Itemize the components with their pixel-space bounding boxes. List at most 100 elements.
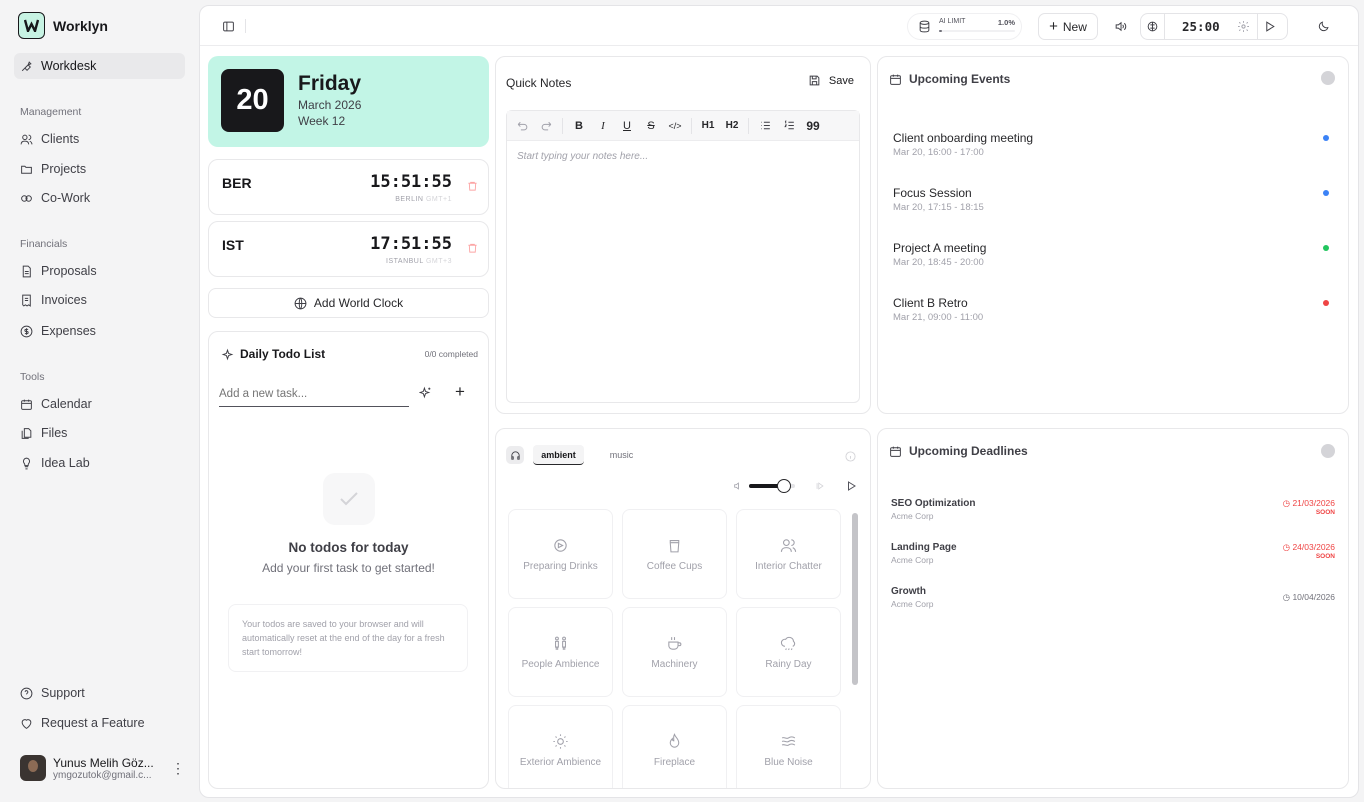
todo-input[interactable] [219,382,409,407]
deadline-item[interactable]: Landing Page Acme Corp ◷ 24/03/2026 SOON [891,542,1335,565]
sidebar-item-workdesk[interactable]: Workdesk [14,53,185,79]
add-world-clock-label: Add World Clock [313,296,404,310]
sound-blue-noise[interactable]: Blue Noise [736,705,841,788]
sidebar-item-projects[interactable]: Projects [14,156,185,182]
sidebar-item-support[interactable]: Support [14,680,185,706]
sidebar-item-cowork[interactable]: Co-Work [14,185,185,211]
sidebar-item-label: Co-Work [41,191,91,205]
quote-button[interactable]: 99 [801,115,825,137]
people-icon [780,538,797,552]
sounds-scrollbar[interactable] [852,513,858,685]
italic-button[interactable]: I [591,115,615,137]
info-icon[interactable] [845,449,856,467]
deadlines-more-button[interactable] [1321,444,1335,458]
calendar-icon [21,399,32,410]
events-more-button[interactable] [1321,71,1335,85]
sidebar-item-clients[interactable]: Clients [14,126,185,152]
new-button[interactable]: + New [1038,13,1098,40]
brain-icon [1147,21,1158,32]
sound-fireplace[interactable]: Fireplace [622,705,727,788]
sidebar-item-label: Idea Lab [41,456,90,470]
deadline-date-text: 24/03/2026 [1292,542,1335,552]
clock-time: 17:51:55 [370,234,452,254]
sound-label: Machinery [651,658,698,670]
strikethrough-button[interactable]: S [639,115,663,137]
todo-completed-count: 0/0 completed [424,349,478,359]
deadline-item[interactable]: SEO Optimization Acme Corp ◷ 21/03/2026 … [891,498,1335,521]
trash-icon[interactable] [467,180,478,192]
trash-icon[interactable] [467,242,478,254]
sound-interior-chatter[interactable]: Interior Chatter [736,509,841,599]
new-label: New [1062,19,1087,34]
waves-icon [781,735,796,746]
redo-icon[interactable] [534,115,558,137]
heading2-button[interactable]: H2 [720,115,744,137]
sidebar-item-idealab[interactable]: Idea Lab [14,450,185,476]
ambient-sounds-card: ambient music Preparing Drinks Coffee Cu… [495,428,871,789]
sidebar-item-calendar[interactable]: Calendar [14,391,185,417]
clock-icon: ◷ [1282,542,1291,552]
ordered-list-icon[interactable] [777,115,801,137]
timer-play-button[interactable] [1256,14,1281,39]
timer-settings-button[interactable] [1237,20,1250,33]
sidebar-item-request-feature[interactable]: Request a Feature [14,710,185,736]
tab-music[interactable]: music [596,445,647,465]
clock-city: BERLIN GMT+1 [395,196,452,203]
empty-check-icon [323,473,375,525]
sound-coffee-cups[interactable]: Coffee Cups [622,509,727,599]
toggle-sidebar-button[interactable] [216,13,240,40]
sparkles-icon [221,348,234,360]
sound-toggle-button[interactable] [1108,13,1132,40]
sidebar-item-invoices[interactable]: Invoices [14,287,185,313]
deadline-date: ◷ 21/03/2026 SOON [1283,498,1335,516]
heading1-button[interactable]: H1 [696,115,720,137]
focus-mode-button[interactable] [1141,14,1165,39]
undo-icon[interactable] [510,115,534,137]
ai-limit-indicator[interactable]: AI LIMIT 1.0% [907,13,1022,40]
event-time: Mar 20, 16:00 - 17:00 [893,147,984,158]
sound-preparing-drinks[interactable]: Preparing Drinks [508,509,613,599]
drink-icon [554,538,567,552]
event-time: Mar 20, 18:45 - 20:00 [893,257,984,268]
flame-icon [669,732,680,748]
sidebar-item-files[interactable]: Files [14,420,185,446]
tab-ambient[interactable]: ambient [533,445,584,465]
notes-textarea[interactable]: Start typing your notes here... [507,141,859,172]
code-button[interactable]: </> [663,115,687,137]
volume-slider[interactable] [749,479,795,493]
theme-toggle-button[interactable] [1311,13,1335,40]
sound-people-ambience[interactable]: People Ambience [508,607,613,697]
deadline-item[interactable]: Growth Acme Corp ◷ 10/04/2026 [891,586,1335,609]
world-clock-berlin: BER 15:51:55 BERLIN GMT+1 [208,159,489,215]
event-title: Project A meeting [893,241,987,255]
sound-rainy-day[interactable]: Rainy Day [736,607,841,697]
event-item[interactable]: Client B Retro Mar 21, 09:00 - 11:00 [893,296,983,323]
event-status-dot [1323,135,1329,141]
play-icon[interactable] [845,480,857,492]
event-item[interactable]: Focus Session Mar 20, 17:15 - 18:15 [893,186,984,213]
sound-machinery[interactable]: Machinery [622,607,727,697]
add-world-clock-button[interactable]: Add World Clock [208,288,489,318]
user-profile[interactable]: Yunus Melih Göz... ymgozutok@gmail.c... … [20,755,185,781]
bullet-list-icon[interactable] [753,115,777,137]
volume-thumb[interactable] [776,479,791,493]
user-name: Yunus Melih Göz... [53,755,154,770]
sidebar-item-expenses[interactable]: Expenses [14,318,185,344]
underline-button[interactable]: U [615,115,639,137]
sidebar-item-proposals[interactable]: Proposals [14,258,185,284]
gear-icon [1237,21,1249,32]
more-vertical-icon[interactable]: ⋮ [171,760,185,777]
brand[interactable]: Worklyn [18,12,108,39]
rain-cloud-icon [780,636,796,650]
event-item[interactable]: Project A meeting Mar 20, 18:45 - 20:00 [893,241,986,268]
notes-save-button[interactable]: Save [808,74,854,87]
bold-button[interactable]: B [567,115,591,137]
add-task-button[interactable]: + [455,382,465,402]
event-item[interactable]: Client onboarding meeting Mar 20, 16:00 … [893,131,1033,158]
skip-icon[interactable] [815,481,825,491]
clock-time: 15:51:55 [370,172,452,192]
save-label: Save [828,74,854,87]
sound-exterior-ambience[interactable]: Exterior Ambience [508,705,613,788]
empty-subtitle: Add your first task to get started! [262,561,435,575]
ai-suggest-button[interactable] [418,386,432,404]
